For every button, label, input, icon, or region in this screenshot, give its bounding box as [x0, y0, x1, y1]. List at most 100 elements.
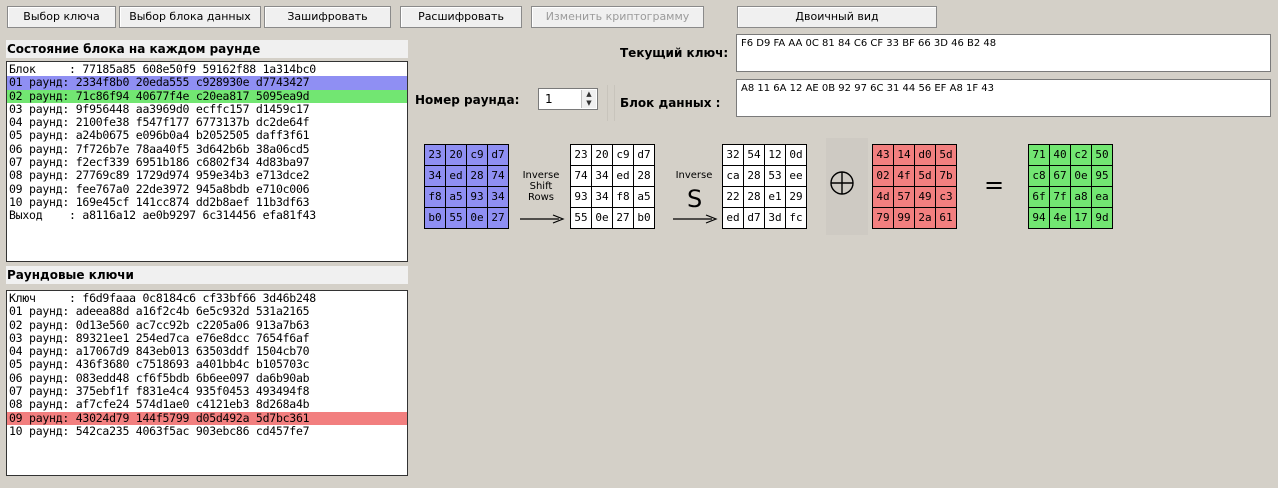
- matrix-cell: d0: [915, 145, 936, 166]
- matrix-cell: 20: [592, 145, 613, 166]
- matrix-cell: ed: [446, 166, 467, 187]
- list-item[interactable]: 10 раунд: 169e45cf 141cc874 dd2b8aef 11b…: [7, 195, 407, 209]
- matrix-cell: 17: [1071, 208, 1092, 229]
- list-item[interactable]: 04 раунд: 2100fe38 f547f177 6773137b dc2…: [7, 115, 407, 129]
- round-number-spinner[interactable]: 1 ▲ ▼: [538, 88, 598, 110]
- matrix-cell: 28: [744, 187, 765, 208]
- divider: [614, 85, 615, 121]
- matrix-cell: 49: [915, 187, 936, 208]
- spin-down-icon[interactable]: ▼: [582, 99, 596, 108]
- matrix-cell: d7: [634, 145, 655, 166]
- list-item[interactable]: 01 раунд: 2334f8b0 20eda555 c928930e d77…: [7, 75, 407, 90]
- list-item[interactable]: 08 раунд: 27769c89 1729d974 959e34b3 e71…: [7, 169, 407, 183]
- matrix-cell: 93: [571, 187, 592, 208]
- current-key-field[interactable]: F6 D9 FA AA 0C 81 84 C6 CF 33 BF 66 3D 4…: [736, 34, 1271, 72]
- matrix-cell: a5: [634, 187, 655, 208]
- list-item[interactable]: 07 раунд: 375ebf1f f831e4c4 935f0453 493…: [7, 384, 407, 398]
- matrix-cell: 27: [613, 208, 634, 229]
- round-key-matrix: 43 14 d0 5d 02 4f 5d 7b 4d 57 49 c3 79 99 2a 61: [872, 144, 957, 229]
- list-item[interactable]: 02 раунд: 0d13e560 ac7cc92b c2205a06 913…: [7, 318, 407, 332]
- matrix-cell: 2a: [915, 208, 936, 229]
- matrix-cell: 61: [936, 208, 957, 229]
- matrix-cell: ed: [723, 208, 744, 229]
- matrix-cell: 23: [425, 145, 446, 166]
- matrix-cell: e1: [765, 187, 786, 208]
- matrix-cell: c9: [467, 145, 488, 166]
- list-item[interactable]: 03 раунд: 9f956448 aa3969d0 ecffc157 d14…: [7, 102, 407, 116]
- matrix-cell: c8: [1029, 166, 1050, 187]
- select-key-button[interactable]: Выбор ключа: [7, 6, 116, 28]
- matrix-cell: 93: [467, 187, 488, 208]
- matrix-cell: c2: [1071, 145, 1092, 166]
- change-cryptogram-button[interactable]: Изменить криптограмму: [531, 6, 704, 28]
- matrix-cell: 79: [873, 208, 894, 229]
- matrix-cell: 55: [446, 208, 467, 229]
- matrix-cell: 4d: [873, 187, 894, 208]
- matrix-cell: 0e: [1071, 166, 1092, 187]
- spin-up-icon[interactable]: ▲: [582, 90, 596, 99]
- result-matrix: 71 40 c2 50 c8 67 0e 95 6f 7f a8 ea 94 4e 17 9d: [1028, 144, 1113, 229]
- matrix-cell: 27: [488, 208, 509, 229]
- list-item[interactable]: 04 раунд: a17067d9 843eb013 63503ddf 150…: [7, 344, 407, 358]
- list-item[interactable]: Выход : a8116a12 ae0b9297 6c314456 efa81…: [7, 208, 407, 222]
- matrix-cell: 74: [488, 166, 509, 187]
- binary-view-button[interactable]: Двоичный вид: [737, 6, 937, 28]
- matrix-cell: 29: [786, 187, 807, 208]
- list-item[interactable]: 03 раунд: 89321ee1 254ed7ca e76e8dcc 765…: [7, 331, 407, 345]
- matrix-cell: 67: [1050, 166, 1071, 187]
- select-data-block-button[interactable]: Выбор блока данных: [119, 6, 261, 28]
- list-item[interactable]: 06 раунд: 083edd48 cf6f5bdb 6b6ee097 da6…: [7, 371, 407, 385]
- equals-sign: =: [984, 171, 1005, 199]
- data-block-field[interactable]: A8 11 6A 12 AE 0B 92 97 6C 31 44 56 EF A…: [736, 79, 1271, 117]
- round-state-title: Состояние блока на каждом раунде: [6, 40, 408, 58]
- matrix-cell: 53: [765, 166, 786, 187]
- matrix-cell: 55: [571, 208, 592, 229]
- inverse-sbox-label: Inverse: [675, 170, 713, 181]
- list-item[interactable]: 05 раунд: a24b0675 e096b0a4 b2052505 daf…: [7, 129, 407, 143]
- matrix-cell: 34: [592, 187, 613, 208]
- matrix-cell: 3d: [765, 208, 786, 229]
- matrix-cell: 0e: [467, 208, 488, 229]
- list-item[interactable]: 09 раунд: fee767a0 22de3972 945a8bdb e71…: [7, 182, 407, 196]
- decrypt-button[interactable]: Расшифровать: [400, 6, 522, 28]
- list-item[interactable]: 10 раунд: 542ca235 4063f5ac 903ebc86 cd4…: [7, 424, 407, 438]
- list-item[interactable]: 01 раунд: adeea88d a16f2c4b 6e5c932d 531…: [7, 304, 407, 318]
- matrix-cell: 74: [571, 166, 592, 187]
- matrix-cell: 14: [894, 145, 915, 166]
- data-block-label: Блок данных :: [620, 96, 721, 110]
- matrix-cell: 28: [467, 166, 488, 187]
- matrix-cell: 0e: [592, 208, 613, 229]
- encrypt-button[interactable]: Зашифровать: [264, 6, 391, 28]
- inverse-shift-rows-label: Inverse Shift Rows: [522, 170, 560, 203]
- matrix-cell: ca: [723, 166, 744, 187]
- matrix-cell: 34: [425, 166, 446, 187]
- list-item[interactable]: 09 раунд: 43024d79 144f5799 d05d492a 5d7…: [7, 411, 407, 425]
- list-item[interactable]: 08 раунд: af7cfe24 574d1ae0 c4121eb3 8d2…: [7, 398, 407, 412]
- matrix-cell: 9d: [1092, 208, 1113, 229]
- xor-icon: [830, 171, 854, 195]
- matrix-cell: 4f: [894, 166, 915, 187]
- list-item[interactable]: 05 раунд: 436f3680 c7518693 a401bb4c b10…: [7, 358, 407, 372]
- list-item[interactable]: Блок : 77185a85 608e50f9 59162f88 1a314b…: [7, 62, 407, 76]
- matrix-cell: d7: [488, 145, 509, 166]
- round-keys-list[interactable]: Ключ : f6d9faaa 0c8184c6 cf33bf66 3d46b2…: [6, 290, 408, 476]
- round-state-list[interactable]: Блок : 77185a85 608e50f9 59162f88 1a314b…: [6, 61, 408, 262]
- list-item[interactable]: 06 раунд: 7f726b7e 78aa40f5 3d642b6b 38a…: [7, 142, 407, 156]
- sbox-symbol: S: [687, 185, 703, 213]
- matrix-cell: a5: [446, 187, 467, 208]
- matrix-cell: 99: [894, 208, 915, 229]
- matrix-cell: 4e: [1050, 208, 1071, 229]
- list-item[interactable]: 07 раунд: f2ecf339 6951b186 c6802f34 4d8…: [7, 155, 407, 169]
- matrix-cell: b0: [634, 208, 655, 229]
- matrix-cell: 57: [894, 187, 915, 208]
- matrix-cell: 5d: [936, 145, 957, 166]
- matrix-cell: 95: [1092, 166, 1113, 187]
- list-item[interactable]: 02 раунд: 71c86f94 40677f4e c20ea817 509…: [7, 89, 407, 103]
- matrix-cell: 12: [765, 145, 786, 166]
- matrix-cell: 7b: [936, 166, 957, 187]
- matrix-cell: 50: [1092, 145, 1113, 166]
- matrix-cell: 02: [873, 166, 894, 187]
- list-item[interactable]: Ключ : f6d9faaa 0c8184c6 cf33bf66 3d46b2…: [7, 291, 407, 305]
- round-keys-title: Раундовые ключи: [6, 266, 408, 284]
- spinner-arrows[interactable]: ▲ ▼: [581, 90, 596, 108]
